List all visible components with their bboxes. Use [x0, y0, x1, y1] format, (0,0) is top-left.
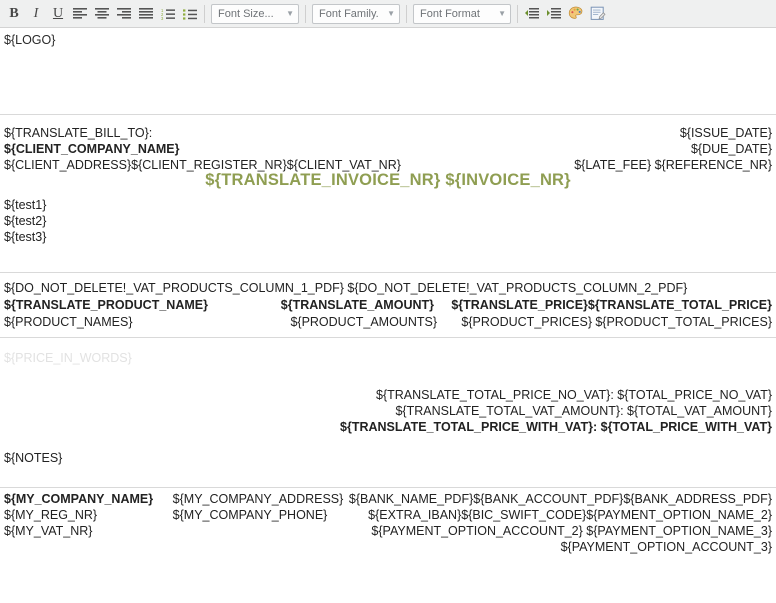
- align-center-button[interactable]: [91, 3, 113, 25]
- footer-contact-column: ${MY_COMPANY_ADDRESS} ${MY_COMPANY_PHONE…: [173, 491, 349, 555]
- source-edit-icon: [590, 6, 606, 21]
- products-value-row: ${PRODUCT_NAMES} ${PRODUCT_AMOUNTS} ${PR…: [4, 314, 772, 331]
- font-format-dropdown-label: Font Format: [420, 7, 480, 20]
- underline-button[interactable]: U: [47, 3, 69, 25]
- font-family-dropdown-label: Font Family.: [319, 7, 379, 20]
- numbered-list-icon: 1 2 3: [161, 8, 175, 20]
- test-line-1: ${test1}: [4, 198, 47, 212]
- value-product-amounts: ${PRODUCT_AMOUNTS}: [290, 315, 437, 329]
- test-line-3: ${test3}: [4, 230, 47, 244]
- logo-placeholder[interactable]: ${LOGO}: [4, 33, 55, 47]
- due-date: ${DUE_DATE}: [690, 142, 772, 156]
- test-line-2: ${test2}: [4, 214, 47, 228]
- align-left-button[interactable]: [69, 3, 91, 25]
- chevron-down-icon: ▼: [387, 9, 395, 18]
- footer-divider: [0, 487, 776, 488]
- invoice-dates-block[interactable]: ${ISSUE_DATE} ${DUE_DATE} ${LATE_FEE} ${…: [574, 125, 772, 173]
- header-total-price: ${TRANSLATE_TOTAL_PRICE}: [587, 298, 772, 312]
- test-lines-block[interactable]: ${test1} ${test2} ${test3}: [4, 197, 46, 245]
- bank-details-line-2: ${EXTRA_IBAN}${BIC_SWIFT_CODE}${PAYMENT_…: [368, 508, 772, 522]
- price-in-words[interactable]: ${PRICE_IN_WORDS}: [4, 351, 132, 365]
- toolbar-list-group: 1 2 3: [157, 3, 201, 25]
- footer-block[interactable]: ${MY_COMPANY_NAME} ${MY_REG_NR} ${MY_VAT…: [4, 491, 772, 555]
- my-vat-nr: ${MY_VAT_NR}: [4, 524, 93, 538]
- svg-text:3: 3: [161, 16, 164, 20]
- align-left-icon: [73, 7, 87, 20]
- bold-button[interactable]: B: [3, 3, 25, 25]
- increase-indent-icon: [547, 7, 561, 20]
- decrease-indent-icon: [525, 7, 539, 20]
- toolbar-separator: [204, 4, 205, 23]
- total-vat-amount: ${TRANSLATE_TOTAL_VAT_AMOUNT}: ${TOTAL_V…: [395, 404, 772, 418]
- header-product-name: ${TRANSLATE_PRODUCT_NAME}: [4, 298, 208, 312]
- numbered-list-button[interactable]: 1 2 3: [157, 3, 179, 25]
- header-amount: ${TRANSLATE_AMOUNT}: [280, 298, 434, 312]
- header-divider: [0, 114, 776, 115]
- align-right-button[interactable]: [113, 3, 135, 25]
- totals-block[interactable]: ${TRANSLATE_TOTAL_PRICE_NO_VAT}: ${TOTAL…: [340, 387, 772, 435]
- palette-icon: [568, 6, 584, 21]
- font-size-dropdown-label: Font Size...: [218, 7, 274, 20]
- align-center-icon: [95, 7, 109, 20]
- edit-source-button[interactable]: [587, 3, 609, 25]
- justify-icon: [139, 7, 153, 20]
- chevron-down-icon: ▼: [286, 9, 294, 18]
- value-product-total-prices: ${PRODUCT_TOTAL_PRICES}: [595, 315, 772, 329]
- footer-bank-column: ${BANK_NAME_PDF}${BANK_ACCOUNT_PDF}${BAN…: [349, 491, 772, 555]
- value-product-prices: ${PRODUCT_PRICES}: [461, 315, 592, 329]
- justify-button[interactable]: [135, 3, 157, 25]
- bank-details-line-1: ${BANK_NAME_PDF}${BANK_ACCOUNT_PDF}${BAN…: [348, 492, 772, 506]
- products-table[interactable]: ${TRANSLATE_PRODUCT_NAME} ${TRANSLATE_AM…: [4, 297, 772, 331]
- invoice-title[interactable]: ${TRANSLATE_INVOICE_NR} ${INVOICE_NR}: [0, 171, 776, 190]
- my-company-phone: ${MY_COMPANY_PHONE}: [172, 508, 328, 522]
- font-format-dropdown[interactable]: Font Format ▼: [413, 3, 511, 24]
- my-company-address: ${MY_COMPANY_ADDRESS}: [172, 492, 344, 506]
- notes-placeholder[interactable]: ${NOTES}: [4, 451, 62, 465]
- align-right-icon: [117, 7, 131, 20]
- total-price-with-vat: ${TRANSLATE_TOTAL_PRICE_WITH_VAT}: ${TOT…: [340, 420, 772, 434]
- products-bottom-divider: [0, 337, 776, 338]
- bulleted-list-button[interactable]: [179, 3, 201, 25]
- font-size-dropdown[interactable]: Font Size... ▼: [211, 3, 299, 24]
- text-color-button[interactable]: [565, 3, 587, 25]
- toolbar-separator: [305, 4, 306, 23]
- payment-option-line-3: ${PAYMENT_OPTION_ACCOUNT_3}: [560, 540, 772, 554]
- font-family-dropdown[interactable]: Font Family. ▼: [312, 3, 400, 24]
- editor-canvas[interactable]: ${LOGO} ${TRANSLATE_BILL_TO}: ${CLIENT_C…: [0, 29, 776, 603]
- editor-toolbar: B I U 1 2 3 Font Size... ▼ Font Family. …: [0, 0, 776, 28]
- bill-to-label: ${TRANSLATE_BILL_TO}:: [4, 126, 153, 140]
- toolbar-text-style-group: B I U: [3, 3, 69, 25]
- bill-to-block[interactable]: ${TRANSLATE_BILL_TO}: ${CLIENT_COMPANY_N…: [4, 125, 401, 173]
- italic-button[interactable]: I: [25, 3, 47, 25]
- products-top-divider: [0, 272, 776, 273]
- footer-company-column: ${MY_COMPANY_NAME} ${MY_REG_NR} ${MY_VAT…: [4, 491, 173, 555]
- total-price-no-vat: ${TRANSLATE_TOTAL_PRICE_NO_VAT}: ${TOTAL…: [376, 388, 772, 402]
- toolbar-alignment-group: [69, 3, 157, 25]
- my-reg-nr: ${MY_REG_NR}: [4, 508, 98, 522]
- client-company-name: ${CLIENT_COMPANY_NAME}: [4, 142, 180, 156]
- my-company-name: ${MY_COMPANY_NAME}: [4, 492, 154, 506]
- toolbar-indent-group: [521, 3, 565, 25]
- value-product-names: ${PRODUCT_NAMES}: [4, 315, 133, 329]
- wysiwyg-invoice-template-editor: B I U 1 2 3 Font Size... ▼ Font Family. …: [0, 0, 776, 603]
- toolbar-separator: [406, 4, 407, 23]
- products-header-row: ${TRANSLATE_PRODUCT_NAME} ${TRANSLATE_AM…: [4, 297, 772, 314]
- bulleted-list-icon: [183, 8, 197, 20]
- issue-date: ${ISSUE_DATE}: [679, 126, 772, 140]
- header-price: ${TRANSLATE_PRICE}: [451, 298, 588, 312]
- decrease-indent-button[interactable]: [521, 3, 543, 25]
- increase-indent-button[interactable]: [543, 3, 565, 25]
- products-column-markers: ${DO_NOT_DELETE!_VAT_PRODUCTS_COLUMN_1_P…: [4, 281, 688, 295]
- toolbar-separator: [517, 4, 518, 23]
- payment-option-line-2: ${PAYMENT_OPTION_ACCOUNT_2} ${PAYMENT_OP…: [371, 524, 772, 538]
- chevron-down-icon: ▼: [498, 9, 506, 18]
